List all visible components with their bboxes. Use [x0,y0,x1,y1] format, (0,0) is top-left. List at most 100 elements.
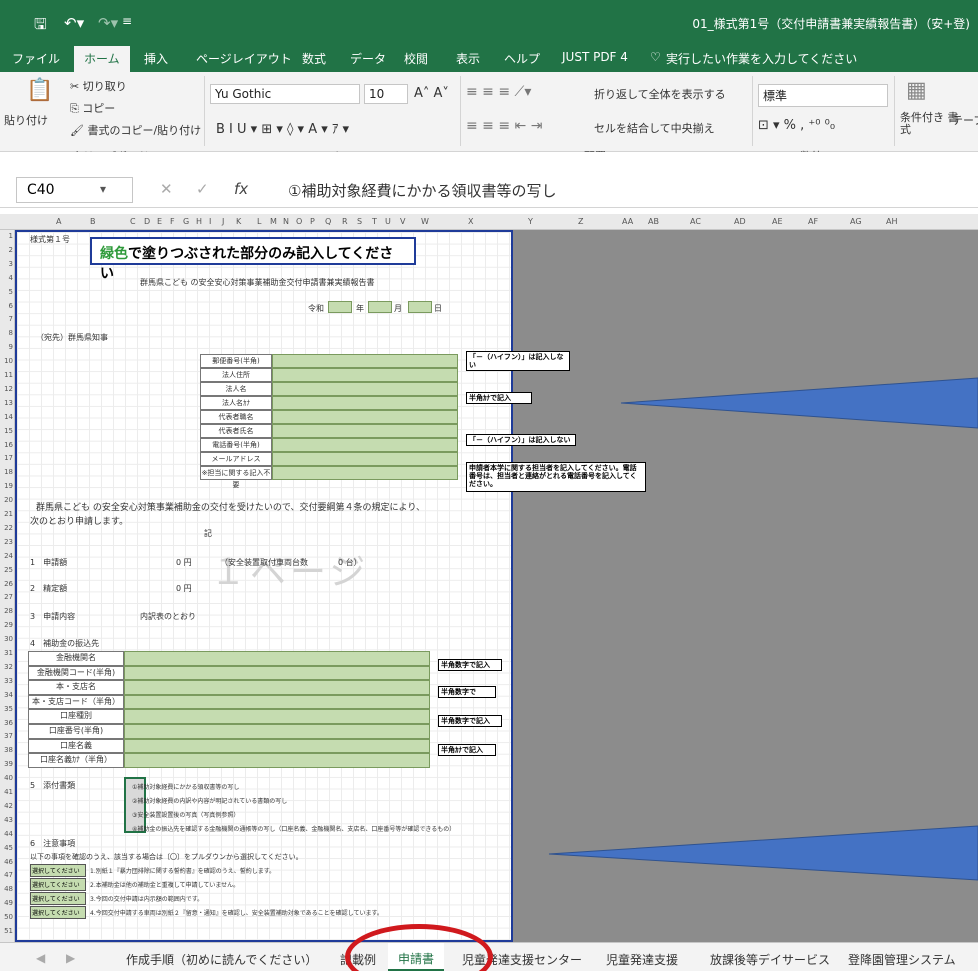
column-header[interactable]: H [196,217,202,226]
field-input[interactable] [272,354,458,368]
tab-review[interactable]: 校閲 [404,50,428,67]
align-horizontal-icons[interactable]: ≡ ≡ ≡ ⇤ ⇥ [466,118,542,134]
row-header[interactable]: 45 [0,844,15,852]
scroll-right-icon[interactable]: ▶ [66,951,75,965]
row-header[interactable]: 1 [0,232,15,240]
column-header[interactable]: D [144,217,150,226]
row-header[interactable]: 29 [0,621,15,629]
row-header[interactable]: 3 [0,260,15,268]
insert-function-icon[interactable]: fx [234,180,248,198]
format-table-button[interactable]: テーブル 書式 [952,112,978,128]
row-header[interactable]: 12 [0,385,15,393]
sheet-tab-attendance[interactable]: 登降園管理システム [848,951,956,968]
bank-field-input[interactable] [124,680,430,695]
row-header[interactable]: 51 [0,927,15,935]
tab-data[interactable]: データ [350,50,386,67]
bank-field-input[interactable] [124,738,430,754]
row-header[interactable]: 37 [0,732,15,740]
row-header[interactable]: 39 [0,760,15,768]
tab-help[interactable]: ヘルプ [504,50,540,67]
row-header[interactable]: 23 [0,538,15,546]
row-header[interactable]: 26 [0,580,15,588]
row-header[interactable]: 17 [0,454,15,462]
cancel-icon[interactable]: ✕ [160,180,173,198]
column-header[interactable]: AA [622,217,633,226]
column-header[interactable]: Y [528,217,533,226]
column-header[interactable]: E [157,217,162,226]
column-header[interactable]: AE [772,217,783,226]
number-format-select[interactable]: 標準 [758,84,888,107]
row-header[interactable]: 50 [0,913,15,921]
tab-formulas[interactable]: 数式 [302,50,326,67]
row-header[interactable]: 33 [0,677,15,685]
redo-icon[interactable]: ↷▾ [98,14,118,32]
scroll-left-icon[interactable]: ◀ [36,951,45,965]
paste-button[interactable]: 貼り付け [4,112,48,128]
row-header[interactable]: 9 [0,343,15,351]
cut-button[interactable]: ✂ 切り取り [70,78,127,94]
column-header[interactable]: AC [690,217,701,226]
name-box-dropdown-icon[interactable]: ▾ [100,182,106,196]
row-header[interactable]: 10 [0,357,15,365]
row-header[interactable]: 8 [0,329,15,337]
date-year-input[interactable] [328,301,352,313]
column-header[interactable]: O [296,217,302,226]
select-check-4[interactable]: 選択してください [30,906,86,919]
row-header[interactable]: 35 [0,705,15,713]
tab-view[interactable]: 表示 [456,50,480,67]
bank-field-input[interactable] [124,724,430,739]
row-header[interactable]: 32 [0,663,15,671]
enter-icon[interactable]: ✓ [196,180,209,198]
column-header[interactable]: C [130,217,136,226]
column-header[interactable]: M [270,217,277,226]
column-header[interactable]: T [372,217,377,226]
row-header[interactable]: 38 [0,746,15,754]
column-header[interactable]: AG [850,217,862,226]
row-header[interactable]: 18 [0,468,15,476]
row-header[interactable]: 31 [0,649,15,657]
row-header[interactable]: 41 [0,788,15,796]
save-icon[interactable]: 🖫 [34,14,47,39]
row-header[interactable]: 30 [0,635,15,643]
row-header[interactable]: 7 [0,315,15,323]
column-header[interactable]: V [400,217,405,226]
row-header[interactable]: 48 [0,885,15,893]
tell-me-search[interactable]: 実行したい作業を入力してください [666,50,857,67]
row-header[interactable]: 25 [0,566,15,574]
row-header[interactable]: 14 [0,413,15,421]
undo-icon[interactable]: ↶▾ [64,14,84,32]
row-header[interactable]: 16 [0,441,15,449]
column-header[interactable]: G [183,217,189,226]
column-header[interactable]: J [222,217,224,226]
row-header[interactable]: 42 [0,802,15,810]
row-header[interactable]: 22 [0,524,15,532]
column-header[interactable]: X [468,217,473,226]
field-input[interactable] [272,382,458,396]
merge-center-button[interactable]: セルを結合して中央揃え [594,120,715,136]
column-header[interactable]: AF [808,217,818,226]
sheet-tab-child-dev[interactable]: 児童発達支援 [606,951,678,968]
row-header[interactable]: 20 [0,496,15,504]
column-header[interactable]: P [310,217,315,226]
bank-field-input[interactable] [124,709,430,724]
select-check-3[interactable]: 選択してください [30,892,86,905]
row-header[interactable]: 34 [0,691,15,699]
bank-field-input[interactable] [124,665,430,681]
field-input[interactable] [272,396,458,410]
bank-field-input[interactable] [124,753,430,768]
tab-home[interactable]: ホーム [74,46,130,72]
customize-quick-access-icon[interactable]: ≡ [122,14,132,28]
row-header[interactable]: 36 [0,719,15,727]
sheet-tab-after-school[interactable]: 放課後等デイサービス [710,951,830,968]
format-painter-button[interactable]: 🖌 書式のコピー/貼り付け [70,122,201,138]
row-header[interactable]: 21 [0,510,15,518]
font-size-select[interactable]: 10 [364,84,408,104]
column-header[interactable]: R [342,217,348,226]
font-grow-icon[interactable]: A˄ A˅ [414,86,449,101]
wrap-text-button[interactable]: 折り返して全体を表示する [594,86,726,102]
row-header[interactable]: 49 [0,899,15,907]
align-top-icons[interactable]: ≡ ≡ ≡ ⟋▾ [466,84,531,100]
row-header[interactable]: 11 [0,371,15,379]
date-day-input[interactable] [408,301,432,313]
column-header[interactable]: K [236,217,241,226]
